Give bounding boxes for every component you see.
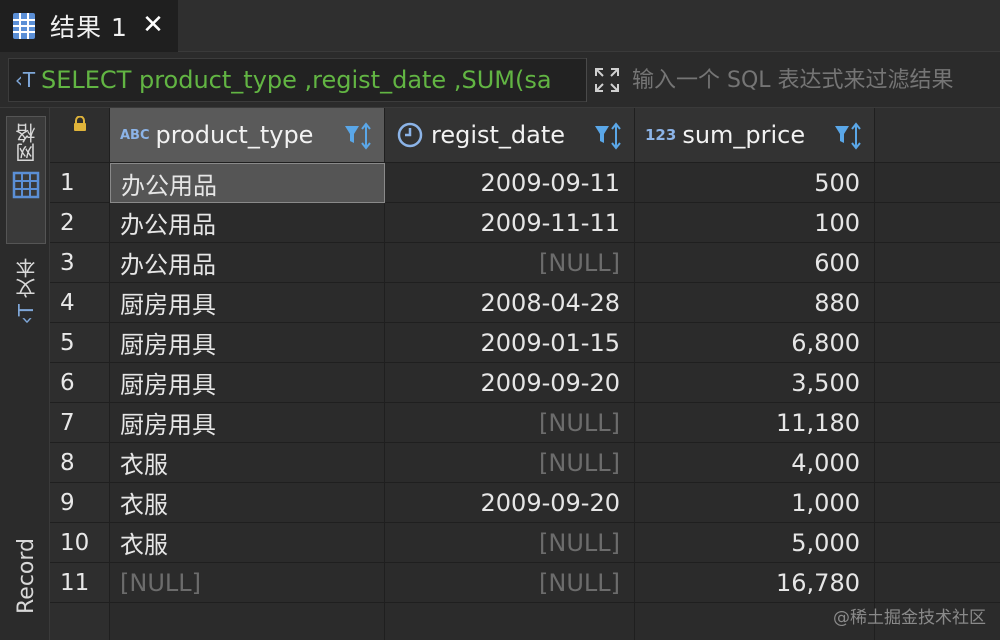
filter-sort-icon[interactable] bbox=[834, 121, 864, 151]
results-grid: ABC product_type regist_date 123 sum_pri… bbox=[50, 108, 1000, 640]
cell-product-type[interactable]: 厨房用具 bbox=[110, 323, 385, 363]
sql-query-field[interactable]: ‹T SELECT product_type ,regist_date ,SUM… bbox=[8, 58, 586, 102]
filter-expression-input[interactable] bbox=[632, 58, 1000, 102]
grid-icon bbox=[12, 171, 40, 203]
cell-sum-price[interactable]: 5,000 bbox=[635, 523, 875, 563]
cell-sum-price[interactable]: 100 bbox=[635, 203, 875, 243]
row-number[interactable]: 2 bbox=[50, 203, 110, 243]
row-filler bbox=[875, 163, 1000, 203]
grid-corner[interactable] bbox=[50, 108, 110, 163]
cell-sum-price[interactable]: 3,500 bbox=[635, 363, 875, 403]
cell-regist-date[interactable]: 2009-01-15 bbox=[385, 323, 635, 363]
column-name: product_type bbox=[155, 121, 314, 149]
cell-regist-date-null[interactable]: [NULL] bbox=[385, 403, 635, 443]
text-type-icon: ABC bbox=[120, 127, 150, 143]
grid-view-button[interactable]: 网格 bbox=[6, 116, 46, 244]
text-icon: ‹T bbox=[14, 304, 38, 325]
close-icon[interactable]: ✕ bbox=[140, 10, 166, 40]
row-number[interactable]: 9 bbox=[50, 483, 110, 523]
cell-product-type[interactable]: 衣服 bbox=[110, 523, 385, 563]
cell-product-type[interactable]: 衣服 bbox=[110, 443, 385, 483]
cell-product-type[interactable]: 办公用品 bbox=[110, 243, 385, 283]
cell-regist-date[interactable]: 2008-04-28 bbox=[385, 283, 635, 323]
header-filler bbox=[875, 108, 1000, 163]
cell-sum-price[interactable]: 880 bbox=[635, 283, 875, 323]
cell-sum-price[interactable]: 600 bbox=[635, 243, 875, 283]
record-view-label: Record bbox=[13, 538, 39, 615]
row-filler bbox=[875, 563, 1000, 603]
cell-regist-date[interactable]: 2009-09-20 bbox=[385, 363, 635, 403]
cell-product-type[interactable]: 办公用品 bbox=[110, 163, 385, 203]
filter-bar: ‹T SELECT product_type ,regist_date ,SUM… bbox=[0, 52, 1000, 108]
sql-text-icon: ‹T bbox=[14, 68, 36, 92]
row-number[interactable]: 1 bbox=[50, 163, 110, 203]
row-number[interactable]: 5 bbox=[50, 323, 110, 363]
row-number[interactable]: 8 bbox=[50, 443, 110, 483]
cell-regist-date[interactable]: 2009-09-20 bbox=[385, 483, 635, 523]
filter-sort-icon[interactable] bbox=[344, 121, 374, 151]
column-header-regist-date[interactable]: regist_date bbox=[385, 108, 635, 163]
row-filler bbox=[875, 483, 1000, 523]
filter-sort-icon[interactable] bbox=[594, 121, 624, 151]
lock-icon bbox=[73, 115, 87, 136]
empty-area bbox=[110, 603, 385, 640]
record-view-button[interactable]: Record bbox=[6, 538, 46, 638]
cell-regist-date[interactable]: 2009-11-11 bbox=[385, 203, 635, 243]
cell-sum-price[interactable]: 500 bbox=[635, 163, 875, 203]
watermark: @稀土掘金技术社区 bbox=[833, 608, 986, 628]
column-header-sum-price[interactable]: 123 sum_price bbox=[635, 108, 875, 163]
tab-title: 结果 1 bbox=[50, 13, 128, 42]
cell-sum-price[interactable]: 6,800 bbox=[635, 323, 875, 363]
cell-sum-price[interactable]: 4,000 bbox=[635, 443, 875, 483]
cell-product-type[interactable]: 厨房用具 bbox=[110, 403, 385, 443]
row-number[interactable]: 4 bbox=[50, 283, 110, 323]
cell-product-type-null[interactable]: [NULL] bbox=[110, 563, 385, 603]
cell-regist-date-null[interactable]: [NULL] bbox=[385, 563, 635, 603]
cell-regist-date-null[interactable]: [NULL] bbox=[385, 243, 635, 283]
row-filler bbox=[875, 443, 1000, 483]
cell-sum-price[interactable]: 11,180 bbox=[635, 403, 875, 443]
row-filler bbox=[875, 523, 1000, 563]
cell-product-type[interactable]: 厨房用具 bbox=[110, 283, 385, 323]
empty-area bbox=[385, 603, 635, 640]
cell-regist-date[interactable]: 2009-09-11 bbox=[385, 163, 635, 203]
text-view-label: 文本 bbox=[14, 258, 39, 298]
grid-view-label: 网格 bbox=[14, 123, 39, 163]
row-filler bbox=[875, 243, 1000, 283]
cell-product-type[interactable]: 办公用品 bbox=[110, 203, 385, 243]
row-number[interactable]: 3 bbox=[50, 243, 110, 283]
text-view-button[interactable]: 文本 ‹T bbox=[6, 258, 46, 358]
row-number[interactable]: 11 bbox=[50, 563, 110, 603]
view-mode-sidebar: 网格 文本 ‹T Record bbox=[0, 108, 50, 640]
cell-sum-price[interactable]: 1,000 bbox=[635, 483, 875, 523]
cell-product-type[interactable]: 衣服 bbox=[110, 483, 385, 523]
row-filler bbox=[875, 363, 1000, 403]
column-header-product-type[interactable]: ABC product_type bbox=[110, 108, 385, 163]
cell-product-type[interactable]: 厨房用具 bbox=[110, 363, 385, 403]
sql-query-text: SELECT product_type ,regist_date ,SUM(sa bbox=[41, 66, 552, 94]
column-name: regist_date bbox=[431, 121, 566, 149]
expand-icon[interactable] bbox=[586, 58, 626, 102]
clock-icon bbox=[397, 122, 423, 148]
row-number[interactable]: 6 bbox=[50, 363, 110, 403]
row-filler bbox=[875, 403, 1000, 443]
column-name: sum_price bbox=[682, 121, 806, 149]
row-number[interactable]: 7 bbox=[50, 403, 110, 443]
cell-sum-price[interactable]: 16,780 bbox=[635, 563, 875, 603]
row-number[interactable]: 10 bbox=[50, 523, 110, 563]
cell-regist-date-null[interactable]: [NULL] bbox=[385, 443, 635, 483]
number-type-icon: 123 bbox=[645, 126, 677, 144]
rownum-filler bbox=[50, 603, 110, 640]
result-tab[interactable]: 结果 1 ✕ bbox=[0, 0, 178, 52]
cell-regist-date-null[interactable]: [NULL] bbox=[385, 523, 635, 563]
table-icon bbox=[12, 12, 36, 40]
row-filler bbox=[875, 283, 1000, 323]
result-tab-bar: 结果 1 ✕ bbox=[0, 0, 1000, 52]
row-filler bbox=[875, 323, 1000, 363]
row-filler bbox=[875, 203, 1000, 243]
